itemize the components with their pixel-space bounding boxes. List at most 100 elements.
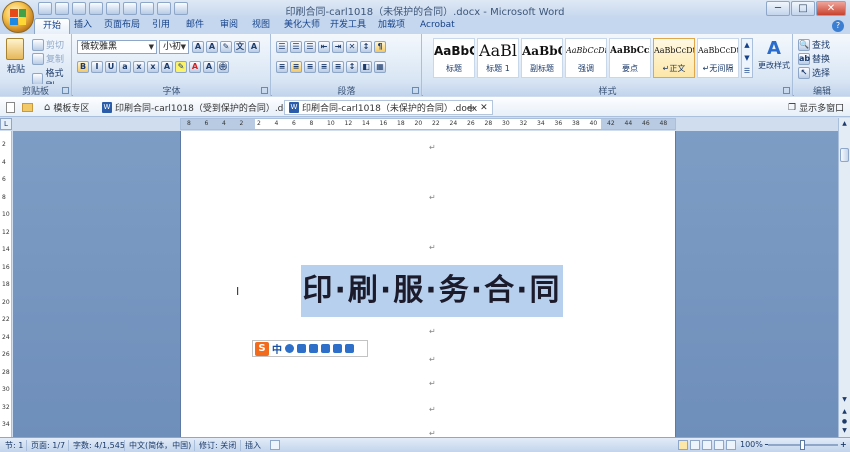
close-tab-icon[interactable]: ✕	[480, 103, 488, 113]
ime-toolbar[interactable]: S 中	[252, 340, 368, 357]
tab-template-zone[interactable]: ⌂ 模板专区	[44, 100, 89, 115]
font-size-combo[interactable]: 小初 ▼	[159, 40, 189, 54]
zoom-level[interactable]: 100%	[740, 440, 763, 449]
justify-icon[interactable]: ≡	[318, 61, 330, 73]
align-left-icon[interactable]: ≡	[276, 61, 288, 73]
office-button[interactable]	[2, 1, 34, 33]
zoom-slider-thumb[interactable]	[800, 440, 805, 450]
new-tab-button[interactable]: +	[466, 100, 476, 115]
tab-add-ins[interactable]: 加载项	[370, 18, 413, 34]
tab-acrobat[interactable]: Acrobat	[412, 18, 463, 34]
style-heading-1[interactable]: AaBl 标题 1	[477, 38, 519, 78]
moon-icon[interactable]	[285, 344, 294, 353]
skin-icon[interactable]	[333, 344, 342, 353]
change-case-icon[interactable]: A	[161, 61, 173, 73]
sort-icon[interactable]: ↕	[360, 41, 372, 53]
change-styles-button[interactable]: A 更改样式	[756, 38, 792, 71]
next-page-icon[interactable]: ▼	[840, 427, 849, 437]
status-track-changes[interactable]: 修订: 关闭	[199, 440, 236, 451]
scroll-up-icon[interactable]: ▲	[840, 120, 849, 130]
status-insert-mode[interactable]: 插入	[245, 440, 261, 451]
help-icon[interactable]: ?	[832, 20, 844, 32]
tab-unprotected-contract[interactable]: W 印刷合同-carl1018（未保护的合同）.docx ✕	[284, 100, 493, 115]
underline-icon[interactable]: U	[105, 61, 117, 73]
macro-record-icon[interactable]	[270, 440, 280, 450]
wrench-icon[interactable]	[345, 344, 354, 353]
tab-beautify-master[interactable]: 美化大师	[276, 18, 328, 34]
numbering-icon[interactable]: ☰	[290, 41, 302, 53]
print-layout-view-icon[interactable]	[678, 440, 688, 450]
status-language[interactable]: 中文(简体，中国)	[129, 440, 191, 451]
show-marks-icon[interactable]: ¶	[374, 41, 386, 53]
paste-icon[interactable]	[6, 38, 24, 60]
tab-selector[interactable]: L	[0, 118, 12, 130]
tab-developer[interactable]: 开发工具	[322, 18, 374, 34]
status-page[interactable]: 页面: 1/7	[31, 440, 65, 451]
tab-home[interactable]: 开始	[34, 18, 71, 34]
enclose-character-icon[interactable]: ㊥	[217, 61, 229, 73]
full-screen-view-icon[interactable]	[690, 440, 700, 450]
vertical-ruler[interactable]: 2 4 6 8 10 12 14 16 18 20 22 24 26 28 30 32 34	[0, 131, 12, 437]
vertical-scrollbar[interactable]: ▲ ▼ ▲ ● ▼	[838, 118, 850, 437]
font-launcher-icon[interactable]	[261, 87, 268, 94]
zoom-in-button[interactable]: +	[840, 440, 847, 449]
styles-launcher-icon[interactable]	[783, 87, 790, 94]
chinese-layout-icon[interactable]: ✕	[346, 41, 358, 53]
horizontal-ruler[interactable]: 8 6 4 2 2 4 6 8 10 12 14 16 18 20 22 24 26 28 30 32 34 36 38 40…	[180, 118, 676, 130]
status-word-count[interactable]: 字数: 4/1,545	[73, 440, 125, 451]
increase-indent-icon[interactable]: ⇥	[332, 41, 344, 53]
subscript-icon[interactable]: x	[133, 61, 145, 73]
find-button[interactable]: 🔍 查找	[798, 38, 830, 51]
decrease-indent-icon[interactable]: ⇤	[318, 41, 330, 53]
punctuation-icon[interactable]	[297, 344, 306, 353]
superscript-icon[interactable]: x	[147, 61, 159, 73]
open-folder-tab[interactable]	[22, 100, 33, 115]
italic-icon[interactable]: I	[91, 61, 103, 73]
maximize-button[interactable]: □	[791, 1, 815, 16]
clear-format-icon[interactable]: ✎	[220, 41, 232, 53]
clipboard-launcher-icon[interactable]	[62, 87, 69, 94]
font-color-icon[interactable]: A	[189, 61, 201, 73]
tab-page-layout[interactable]: 页面布局	[96, 18, 148, 34]
bullets-icon[interactable]: ☰	[276, 41, 288, 53]
character-border-icon[interactable]: A	[248, 41, 260, 53]
new-doc-tab[interactable]	[6, 100, 15, 115]
document-page[interactable]: ↵ ↵ ↵ 印·刷·服·务·合·同 ↵ ↵ ↵ ↵ ↵	[180, 131, 676, 438]
close-button[interactable]: ✕	[816, 1, 846, 16]
style-title[interactable]: AaBbC 标题	[433, 38, 475, 78]
style-strong[interactable]: AaBbCcD 要点	[609, 38, 651, 78]
tab-protected-contract[interactable]: W 印刷合同-carl1018（受到保护的合同）.docx	[102, 100, 299, 115]
paste-button[interactable]: 粘贴	[7, 62, 25, 75]
style-normal[interactable]: AaBbCcDt ↵正文	[653, 38, 695, 78]
style-subtitle[interactable]: AaBbC 副标题	[521, 38, 563, 78]
web-layout-view-icon[interactable]	[702, 440, 712, 450]
scroll-thumb[interactable]	[840, 148, 849, 162]
style-no-spacing[interactable]: AaBbCcDt ↵无间隔	[697, 38, 739, 78]
styles-scroll[interactable]: ▲ ▼ ☰	[741, 38, 753, 78]
previous-page-icon[interactable]: ▲	[840, 408, 849, 418]
replace-button[interactable]: ab 替换	[798, 52, 830, 65]
keyboard-icon[interactable]	[309, 344, 318, 353]
copy-button[interactable]: 复制	[32, 52, 64, 65]
multilevel-list-icon[interactable]: ☰	[304, 41, 316, 53]
status-section[interactable]: 节: 1	[5, 440, 23, 451]
draft-view-icon[interactable]	[726, 440, 736, 450]
document-heading[interactable]: 印·刷·服·务·合·同	[301, 265, 563, 317]
shading-icon[interactable]: ◧	[360, 61, 372, 73]
scroll-down-icon[interactable]: ▼	[840, 396, 849, 406]
outline-view-icon[interactable]	[714, 440, 724, 450]
distributed-icon[interactable]: ≡	[332, 61, 344, 73]
select-button[interactable]: ↖ 选择	[798, 66, 830, 79]
tab-references[interactable]: 引用	[144, 18, 178, 34]
phonetic-guide-icon[interactable]: 文	[234, 41, 246, 53]
tab-view[interactable]: 视图	[244, 18, 278, 34]
sogou-logo-icon[interactable]: S	[255, 341, 269, 356]
align-right-icon[interactable]: ≡	[304, 61, 316, 73]
minimize-button[interactable]: ─	[766, 1, 790, 16]
align-center-icon[interactable]: ≡	[290, 61, 302, 73]
tab-insert[interactable]: 插入	[66, 18, 100, 34]
style-emphasis[interactable]: AaBbCcDi 强调	[565, 38, 607, 78]
grow-font-icon[interactable]: A	[192, 41, 204, 53]
paragraph-launcher-icon[interactable]	[412, 87, 419, 94]
tab-mailings[interactable]: 邮件	[178, 18, 212, 34]
